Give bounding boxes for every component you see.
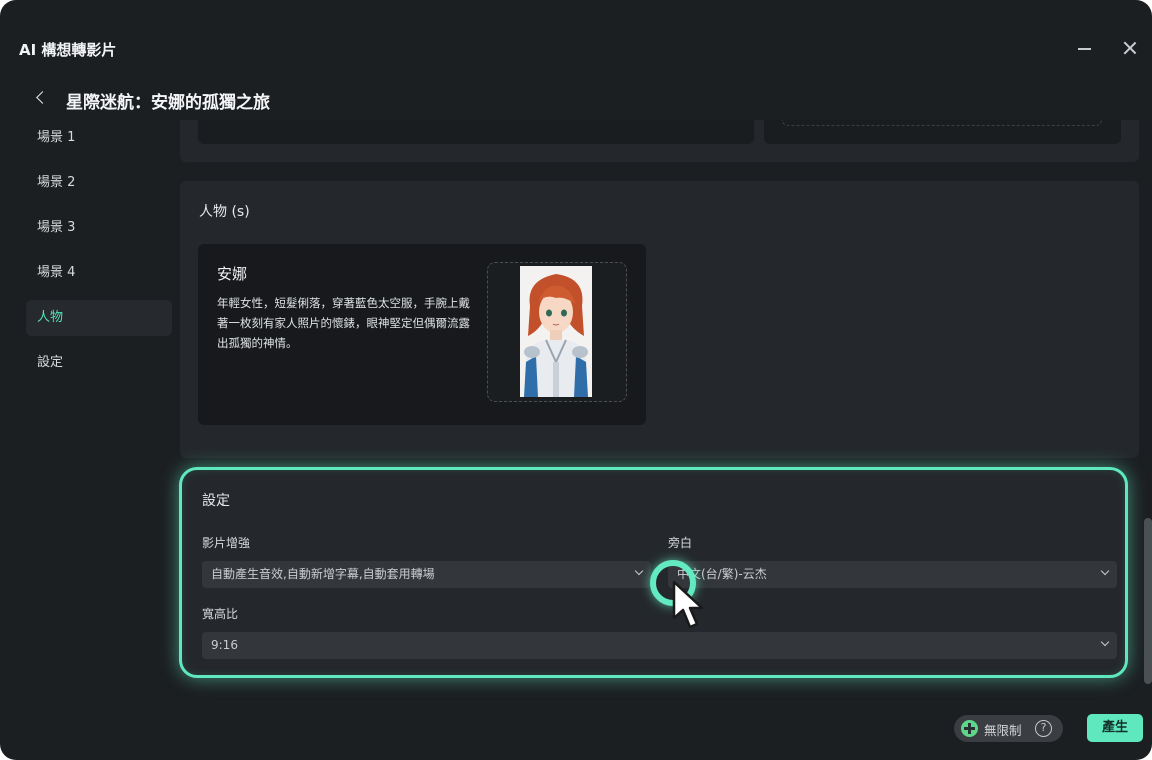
- narration-select[interactable]: 中文(台/繁)-云杰: [668, 561, 1117, 588]
- chevron-down-icon: [634, 567, 644, 577]
- sidebar-item-scene-3[interactable]: 場景 3: [26, 210, 172, 246]
- app-title: AI 構想轉影片: [19, 41, 117, 59]
- scene-image-frame: [782, 120, 1102, 126]
- title-bar: AI 構想轉影片: [0, 0, 1152, 62]
- aspect-ratio-value: 9:16: [211, 638, 238, 652]
- chevron-down-icon: [1100, 567, 1110, 577]
- minimize-icon[interactable]: [1074, 38, 1094, 58]
- scene-panel-partial: [180, 120, 1139, 162]
- generate-button[interactable]: 產生: [1087, 714, 1143, 742]
- plan-label: 無限制: [984, 723, 1022, 738]
- scene-image-card: [764, 120, 1121, 144]
- character-image-frame[interactable]: [487, 262, 627, 402]
- video-enhance-select[interactable]: 自動產生音效,自動新增字幕,自動套用轉場: [202, 561, 651, 588]
- sidebar-item-scene-1[interactable]: 場景 1: [26, 120, 172, 156]
- help-icon[interactable]: ?: [1035, 720, 1052, 737]
- page-title: 星際迷航：安娜的孤獨之旅: [66, 93, 270, 113]
- character-portrait: [520, 266, 592, 397]
- characters-panel: 人物 (s) 安娜 年輕女性，短髮俐落，穿著藍色太空服，手腕上戴著一枚刻有家人照…: [180, 181, 1139, 458]
- app-window: AI 構想轉影片 星際迷航：安娜的孤獨之旅 場景 1 場景 2 場景 3 場景 …: [0, 0, 1152, 760]
- character-description: 年輕女性，短髮俐落，穿著藍色太空服，手腕上戴著一枚刻有家人照片的懷錶，眼神堅定但…: [217, 296, 470, 350]
- close-icon[interactable]: [1120, 38, 1140, 58]
- character-card[interactable]: 安娜 年輕女性，短髮俐落，穿著藍色太空服，手腕上戴著一枚刻有家人照片的懷錶，眼神…: [198, 244, 646, 425]
- sidebar-item-settings[interactable]: 設定: [26, 345, 172, 381]
- vertical-scrollbar[interactable]: [1144, 518, 1152, 684]
- aspect-ratio-label: 寬高比: [202, 607, 239, 621]
- character-name: 安娜: [217, 265, 248, 283]
- narration-label: 旁白: [668, 536, 693, 550]
- mouse-pointer-icon: [672, 580, 704, 629]
- video-enhance-value: 自動產生音效,自動新增字幕,自動套用轉場: [211, 567, 435, 581]
- sidebar: 場景 1 場景 2 場景 3 場景 4 人物 設定: [26, 120, 172, 390]
- plan-badge[interactable]: 無限制 ?: [954, 715, 1063, 742]
- plus-circle-icon: [961, 720, 978, 737]
- settings-heading: 設定: [202, 493, 230, 509]
- video-enhance-label: 影片增強: [202, 536, 251, 550]
- back-chevron-icon[interactable]: [34, 90, 48, 106]
- sidebar-item-scene-4[interactable]: 場景 4: [26, 255, 172, 291]
- characters-heading: 人物 (s): [199, 204, 250, 220]
- sidebar-item-scene-2[interactable]: 場景 2: [26, 165, 172, 201]
- scene-card: [198, 120, 754, 144]
- chevron-down-icon: [1100, 638, 1110, 648]
- aspect-ratio-select[interactable]: 9:16: [202, 632, 1117, 659]
- sidebar-item-characters[interactable]: 人物: [26, 300, 172, 336]
